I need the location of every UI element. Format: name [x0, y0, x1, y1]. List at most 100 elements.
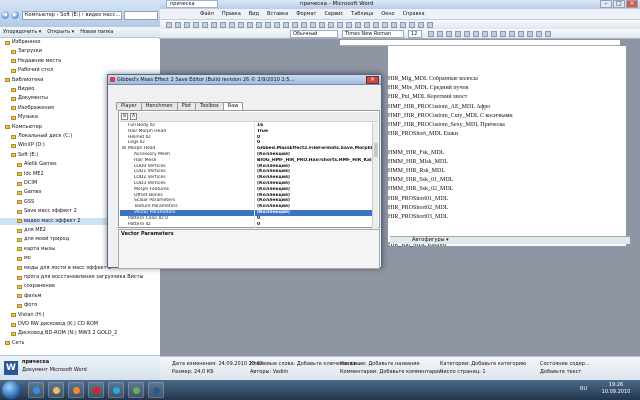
font-box[interactable]: Times New Roman — [342, 30, 404, 38]
format-button-icon[interactable] — [536, 31, 542, 37]
word-doc-tab[interactable]: прическа — [166, 0, 218, 8]
property-value[interactable]: (Коллекция) — [257, 193, 372, 199]
format-button-icon[interactable] — [518, 31, 524, 37]
property-value[interactable]: (Коллекция) — [257, 152, 372, 158]
toolbar-button-icon[interactable] — [238, 22, 244, 28]
property-row[interactable]: Morph Features (Коллекция) — [120, 187, 378, 193]
property-value[interactable]: Gibbed.MassEffect2.FileFormats.Save.Morp… — [257, 146, 372, 152]
grid-splitter[interactable] — [254, 123, 255, 228]
property-value[interactable]: True — [257, 129, 372, 135]
property-value[interactable]: (Коллекция) — [257, 187, 372, 193]
menu-item[interactable]: Вид — [249, 10, 259, 18]
toolbar-button-icon[interactable] — [373, 22, 379, 28]
property-value[interactable]: (Коллекция) — [257, 175, 372, 181]
new-folder-button[interactable]: Новая папка — [80, 29, 113, 35]
toolbar-button-icon[interactable] — [247, 22, 253, 28]
property-row[interactable]: Scalar Parameters (Коллекция) — [120, 198, 378, 204]
property-value[interactable]: (Коллекция) — [257, 181, 372, 187]
format-button-icon[interactable] — [437, 31, 443, 37]
categorized-icon[interactable]: ≡ — [121, 113, 128, 120]
tree-item[interactable]: Избранное — [0, 39, 158, 46]
search-input[interactable] — [124, 11, 158, 20]
media-player-icon[interactable] — [68, 382, 84, 398]
tree-item[interactable]: Vistan (H:) — [0, 312, 158, 319]
maximize-icon[interactable]: □ — [613, 0, 625, 8]
forward-arrow-icon[interactable]: ▶ — [11, 11, 19, 19]
format-button-icon[interactable] — [446, 31, 452, 37]
menu-item[interactable]: Формат — [296, 10, 316, 18]
tree-item[interactable]: фото — [0, 302, 158, 309]
tree-item[interactable]: Загрузки — [0, 48, 158, 55]
property-value[interactable]: 16 — [257, 123, 372, 129]
format-button-icon[interactable] — [527, 31, 533, 37]
font-size-box[interactable]: 12 — [408, 30, 422, 38]
format-button-icon[interactable] — [509, 31, 515, 37]
toolbar-button-icon[interactable] — [292, 22, 298, 28]
tree-item[interactable]: прога для восстановления загрузчика Вист… — [0, 274, 158, 281]
property-value[interactable]: BIOG_HMF_HIR_PRO.Hair/shorts.HMF_HIR_Kal… — [257, 158, 372, 164]
toolbar-button-icon[interactable] — [211, 22, 217, 28]
tree-item[interactable]: Недавние места — [0, 58, 158, 65]
property-row[interactable]: Texture Parameters (Коллекция) — [120, 204, 378, 210]
property-row[interactable]: ⊟ Morph Head Gibbed.MassEffect2.FileFormat… — [120, 146, 378, 152]
toolbar-button-icon[interactable] — [409, 22, 415, 28]
tree-item[interactable]: сохранение — [0, 283, 158, 290]
toolbar-button-icon[interactable] — [355, 22, 361, 28]
format-button-icon[interactable] — [464, 31, 470, 37]
toolbar-button-icon[interactable] — [265, 22, 271, 28]
property-value[interactable]: (Коллекция) — [257, 169, 372, 175]
tree-item[interactable]: фильм — [0, 293, 158, 300]
word-taskbar-icon[interactable] — [148, 382, 164, 398]
close-icon[interactable]: × — [626, 0, 638, 8]
toolbar-button-icon[interactable] — [382, 22, 388, 28]
clock[interactable]: 19:26 10.09.2010 — [598, 382, 634, 396]
organize-button[interactable]: Упорядочить ▾ — [3, 29, 41, 35]
style-box[interactable]: Обычный — [290, 30, 338, 38]
toolbar-button-icon[interactable] — [310, 22, 316, 28]
expand-icon[interactable]: ⊟ — [122, 146, 127, 152]
property-row[interactable]: Full Body ID 16 — [120, 123, 378, 129]
toolbar-button-icon[interactable] — [274, 22, 280, 28]
property-value[interactable]: (Коллекция) — [257, 210, 372, 216]
toolbar-button-icon[interactable] — [283, 22, 289, 28]
close-icon[interactable]: × — [366, 76, 379, 84]
toolbar-button-icon[interactable] — [418, 22, 424, 28]
back-arrow-icon[interactable]: ◀ — [1, 11, 9, 19]
opera-icon[interactable] — [88, 382, 104, 398]
autoshapes-menu[interactable]: Автофигуры ▾ — [412, 237, 449, 243]
tab-toolbox[interactable]: Toolbox — [195, 102, 224, 110]
alphabetical-icon[interactable]: A — [130, 113, 137, 120]
menu-item[interactable]: Таблица — [351, 10, 373, 18]
property-value[interactable]: (Коллекция) — [257, 198, 372, 204]
explorer-icon[interactable] — [48, 382, 64, 398]
scroll-thumb[interactable] — [374, 143, 378, 157]
toolbar-button-icon[interactable] — [301, 22, 307, 28]
document-page[interactable]: HIR_Mlg_MDL Собранные волосы HIR_Mbs_MDL … — [388, 46, 626, 248]
tree-item[interactable]: Сеть — [0, 340, 158, 347]
tab-player[interactable]: Player — [116, 102, 142, 110]
menu-item[interactable]: Справка — [403, 10, 425, 18]
property-row[interactable]: Accessory Mesh (Коллекция) — [120, 152, 378, 158]
format-button-icon[interactable] — [491, 31, 497, 37]
toolbar-button-icon[interactable] — [175, 22, 181, 28]
start-button[interactable] — [2, 381, 20, 399]
format-button-icon[interactable] — [473, 31, 479, 37]
toolbar-button-icon[interactable] — [427, 22, 433, 28]
toolbar-button-icon[interactable] — [400, 22, 406, 28]
format-button-icon[interactable] — [482, 31, 488, 37]
minimize-icon[interactable]: – — [600, 0, 612, 8]
property-row[interactable]: Helmet ID 0 — [120, 135, 378, 141]
menu-item[interactable]: Сервис — [324, 10, 343, 18]
toolbar-button-icon[interactable] — [229, 22, 235, 28]
property-value[interactable]: 0 — [257, 216, 372, 222]
menu-item[interactable]: Окно — [381, 10, 394, 18]
grid-scrollbar[interactable] — [372, 123, 378, 228]
property-value[interactable]: 0 — [257, 140, 372, 146]
toolbar-button-icon[interactable] — [319, 22, 325, 28]
toolbar-button-icon[interactable] — [256, 22, 262, 28]
toolbar-button-icon[interactable] — [202, 22, 208, 28]
property-row[interactable]: Offset Bones (Коллекция) — [120, 193, 378, 199]
menu-item[interactable]: Вставка — [267, 10, 288, 18]
tree-item[interactable]: Дисковод BD-ROM (N:) MW3 2 GOLD_2 — [0, 330, 158, 337]
editor-icon[interactable] — [128, 382, 144, 398]
